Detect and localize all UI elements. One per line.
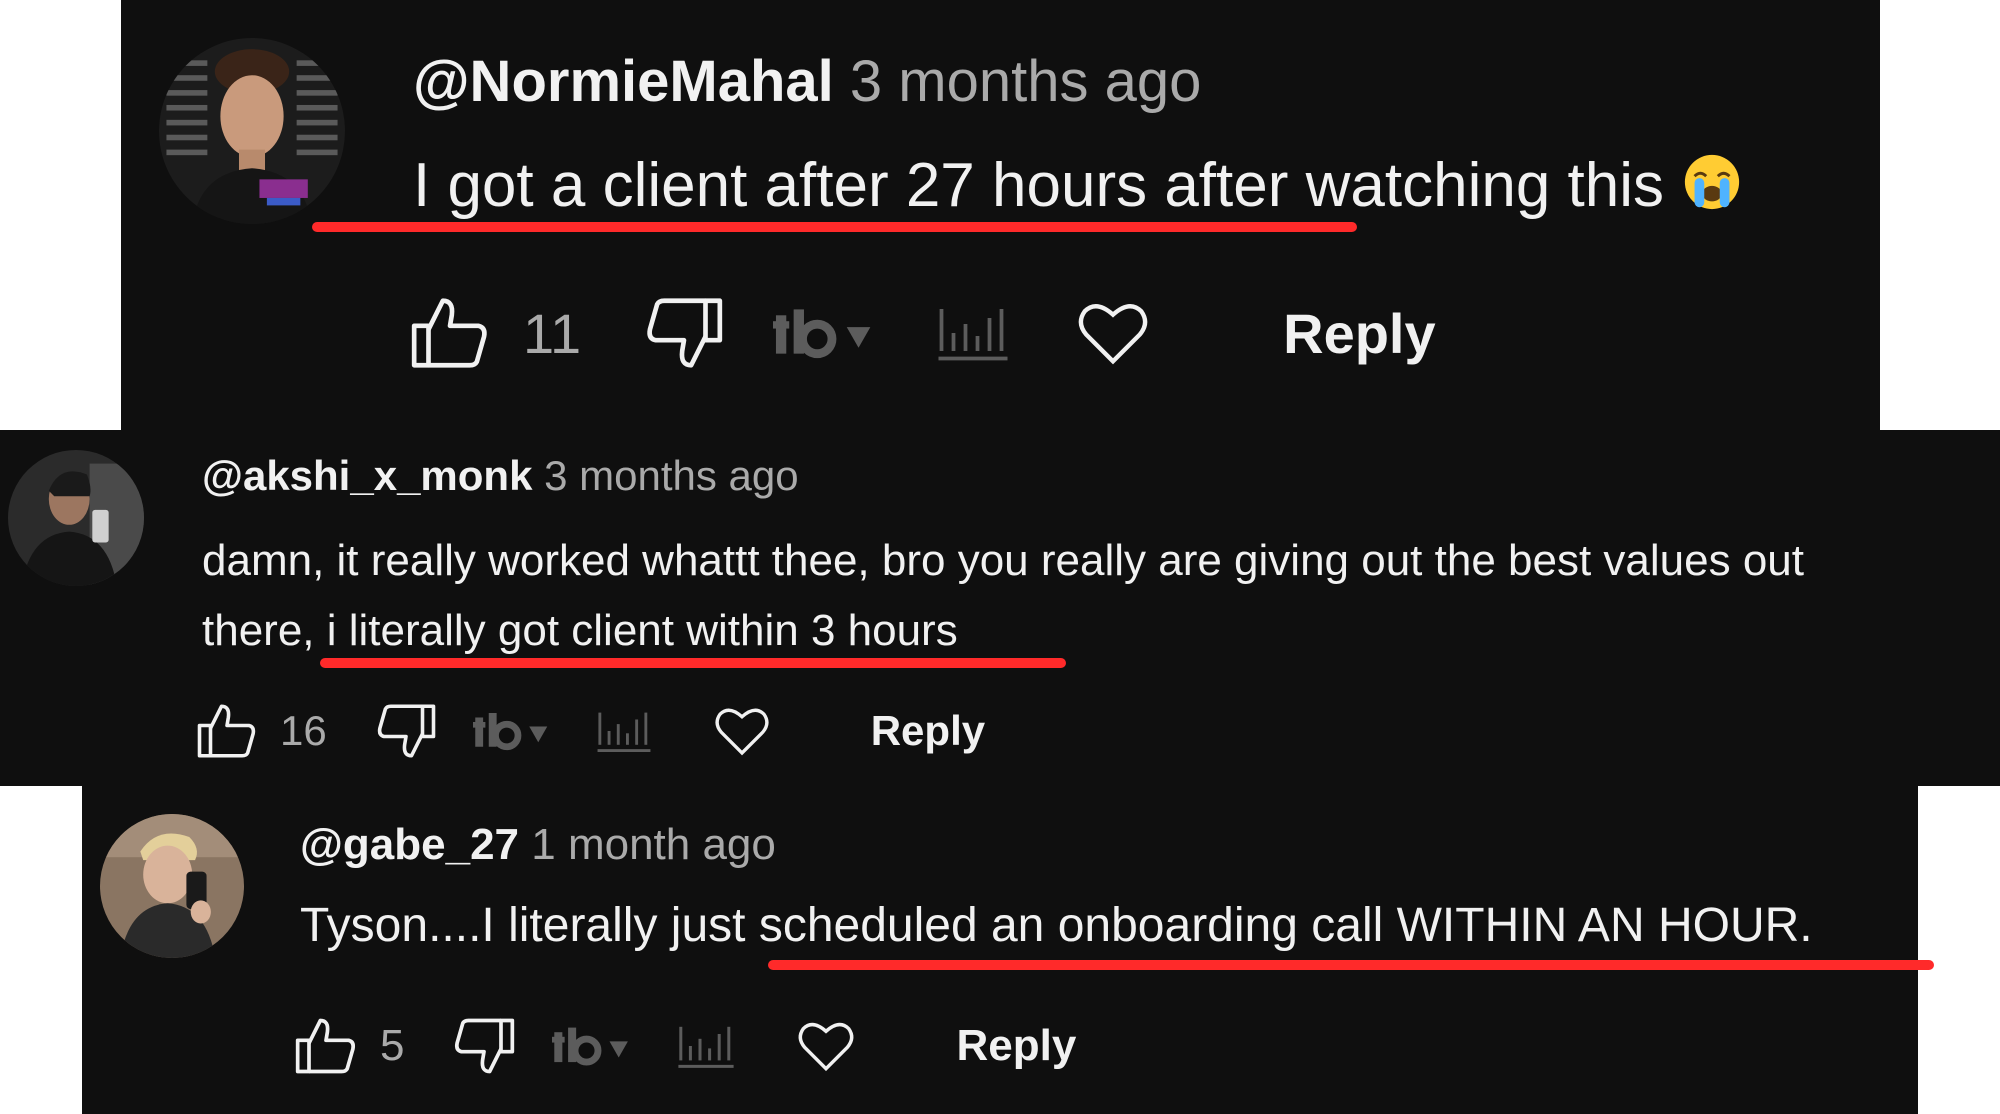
comment-header: @akshi_x_monk 3 months ago bbox=[202, 452, 799, 500]
comment-header: @NormieMahal 3 months ago bbox=[413, 48, 1201, 115]
red-underline bbox=[320, 658, 1066, 668]
comment-actions: 16 Reply bbox=[194, 698, 985, 764]
tubebuddy-icon[interactable] bbox=[552, 1022, 644, 1070]
author-handle[interactable]: @akshi_x_monk bbox=[202, 452, 532, 499]
thumbs-up-icon[interactable] bbox=[194, 698, 260, 764]
avatar[interactable] bbox=[159, 38, 345, 224]
highlighted-text: I got a client after 27 hours after watc… bbox=[413, 150, 1664, 221]
reply-button[interactable]: Reply bbox=[956, 1021, 1076, 1071]
heart-icon[interactable] bbox=[794, 1014, 858, 1078]
analytics-bars-icon[interactable] bbox=[676, 1022, 736, 1070]
avatar-photo-icon bbox=[100, 814, 244, 958]
comment-text-line: there, i literally got client within 3 h… bbox=[202, 596, 1804, 666]
author-handle[interactable]: @gabe_27 bbox=[300, 820, 519, 869]
avatar-photo-icon bbox=[8, 450, 144, 586]
reply-button[interactable]: Reply bbox=[871, 707, 985, 755]
comment-text-suffix: . bbox=[1799, 899, 1813, 952]
heart-icon[interactable] bbox=[711, 700, 773, 762]
red-underline bbox=[312, 222, 1357, 232]
comment-actions: 11 Reply bbox=[407, 290, 1436, 376]
comment-text: I got a client after 27 hours after watc… bbox=[413, 150, 1743, 228]
comment-card: @NormieMahal 3 months ago I got a client… bbox=[121, 0, 1880, 430]
like-count: 11 bbox=[523, 301, 582, 365]
thumbs-up-icon[interactable] bbox=[407, 290, 493, 376]
comment-text-highlight: scheduled an onboarding call WITHIN AN H… bbox=[758, 899, 1800, 952]
analytics-bars-icon[interactable] bbox=[935, 303, 1011, 363]
thumbs-down-icon[interactable] bbox=[373, 698, 439, 764]
reply-button[interactable]: Reply bbox=[1283, 301, 1436, 366]
comment-text-highlight: i literally got client within 3 hours bbox=[326, 606, 958, 655]
analytics-bars-icon[interactable] bbox=[595, 708, 653, 754]
timestamp[interactable]: 3 months ago bbox=[544, 452, 799, 499]
red-underline bbox=[768, 960, 1934, 970]
thumbs-up-icon[interactable] bbox=[292, 1012, 360, 1080]
thumbs-down-icon[interactable] bbox=[641, 290, 727, 376]
avatar-photo-icon bbox=[159, 38, 345, 224]
timestamp[interactable]: 1 month ago bbox=[531, 820, 776, 869]
heart-icon[interactable] bbox=[1073, 293, 1153, 373]
tubebuddy-icon[interactable] bbox=[472, 708, 563, 754]
like-count: 5 bbox=[380, 1021, 405, 1070]
comment-text-prefix: there, bbox=[202, 606, 327, 655]
comment-card: @akshi_x_monk 3 months ago damn, it real… bbox=[0, 430, 2000, 786]
comment-actions: 5 Reply bbox=[292, 1012, 1076, 1080]
author-handle[interactable]: @NormieMahal bbox=[413, 49, 834, 114]
timestamp[interactable]: 3 months ago bbox=[850, 49, 1201, 114]
tubebuddy-icon[interactable] bbox=[773, 303, 891, 363]
comment-text-highlight: I got a client after 27 hours after watc… bbox=[413, 151, 1665, 220]
comment-text: Tyson....I literally just scheduled an o… bbox=[300, 898, 1813, 953]
comment-text: damn, it really worked whattt thee, bro … bbox=[202, 526, 1804, 666]
comment-card: @gabe_27 1 month ago Tyson....I literall… bbox=[82, 786, 1934, 1114]
thumbs-down-icon[interactable] bbox=[450, 1012, 518, 1080]
like-count: 16 bbox=[280, 707, 327, 754]
comment-text-prefix: Tyson....I literally just bbox=[300, 899, 759, 952]
avatar[interactable] bbox=[100, 814, 244, 958]
avatar[interactable] bbox=[8, 450, 144, 586]
comment-header: @gabe_27 1 month ago bbox=[300, 820, 776, 870]
comment-text-line: damn, it really worked whattt thee, bro … bbox=[202, 536, 1804, 585]
loudly-crying-face-icon bbox=[1681, 151, 1743, 228]
